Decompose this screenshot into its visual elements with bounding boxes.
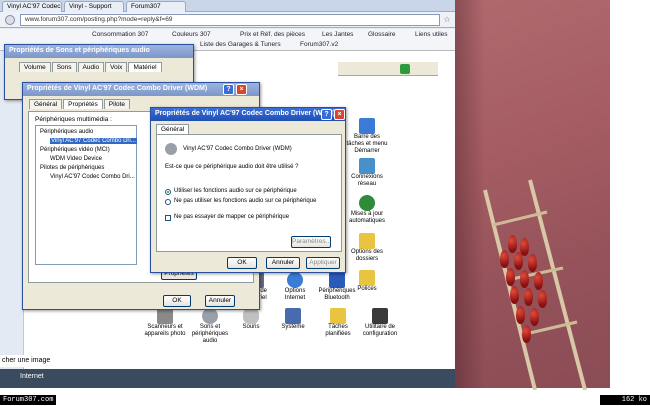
footer-size: 162 ko [600,395,650,405]
section-label: Périphériques multimédia : [35,116,112,123]
tab-general[interactable]: Général [156,124,190,134]
apply-button[interactable]: Appliquer [306,257,340,269]
tree-item[interactable]: Vinyl AC'97 Codec Combo Dri... [50,174,135,180]
bookmark-item[interactable]: Liens utiles [415,31,448,38]
ok-button[interactable]: OK [227,257,257,269]
cp-item[interactable]: Options Internet [275,272,315,302]
help-icon[interactable]: ? [321,109,332,120]
driver-properties-dialog: Propriétés de Vinyl AC'97 Codec Combo Dr… [150,107,346,273]
bookmark-item[interactable]: Prix et Réf. des pièces [240,31,305,38]
cp-item[interactable]: Barre des tâches et menu Démarrer [345,118,389,155]
use-radio[interactable] [165,189,171,195]
chili-ristra [488,230,558,350]
cp-item[interactable]: Options des dossiers [345,233,389,263]
cp-item[interactable]: Sons et périphériques audio [188,308,232,345]
browser-tab[interactable]: Forum307 [126,1,186,12]
bluetooth-icon [329,272,345,288]
browser-tab[interactable]: Vinyl - Support [64,1,124,12]
cp-item[interactable]: Connexions réseau [345,158,389,188]
settings-button[interactable]: Paramètres... [291,236,331,248]
sound-tabs: Volume Sons Audio Voix Matériel [19,62,193,72]
cp-item[interactable]: Souris [233,308,269,331]
dont-use-radio-label: Ne pas utiliser les fonctions audio sur … [174,198,317,204]
url-input[interactable]: www.forum307.com/posting.php?mode=reply&… [20,14,440,26]
browser-tab[interactable]: Vinyl AC'97 Codec Combo Driver [2,1,62,12]
left-page-text: cher une image [0,355,140,367]
cp-item[interactable]: Système [273,308,313,331]
bookmark-item[interactable]: Consommation 307 [92,31,148,38]
map-checkbox-label: Ne pas essayer de mapper ce périphérique [174,214,290,220]
tab-sons[interactable]: Sons [51,62,77,72]
sound-window-title: Propriétés de Sons et périphériques audi… [5,45,193,58]
cp-item[interactable]: Mises à jour automatiques [345,195,389,225]
use-radio-label: Utiliser les fonctions audio sur ce péri… [174,188,297,194]
back-icon[interactable] [5,15,15,25]
ok-button[interactable]: OK [163,295,191,307]
driver-tabs: Général [156,124,345,134]
bookmark-item[interactable]: Les Jantes [322,31,353,38]
tab-voix[interactable]: Voix [105,62,128,72]
tree-item[interactable]: Pilotes de périphériques [40,165,104,171]
device-tree[interactable]: Périphériques audio Vinyl AC'97 Codec Co… [35,125,137,265]
driver-dialog-title: Propriétés de Vinyl AC'97 Codec Combo Dr… [151,108,345,121]
tree-item[interactable]: Périphériques vidéo (MCI) [40,147,110,153]
tasks-icon [330,308,346,324]
right-margin [610,0,650,390]
footer-site: Forum307.com [0,395,57,405]
tree-item[interactable]: WDM Video Device [50,156,102,162]
tree-item-selected[interactable]: Vinyl AC'97 Codec Combo Dri... [50,138,137,144]
cp-item[interactable]: Scanneurs et appareils photo [143,308,187,338]
mouse-icon [243,308,259,324]
globe-icon [287,272,303,288]
cp-item[interactable]: Tâches planifiées [318,308,358,338]
bookmark-item[interactable]: Liste des Garages & Tuners [200,41,281,48]
bookmark-item[interactable]: Glossaire [368,31,395,38]
folder-icon [359,233,375,249]
browser-tabbar: Vinyl AC'97 Codec Combo Driver Vinyl - S… [0,0,455,12]
control-panel-toolbar [338,62,438,76]
fonts-icon [359,270,375,286]
help-icon[interactable]: ? [223,84,234,95]
taskbar-icon [359,118,375,134]
dont-use-radio[interactable] [165,199,171,205]
tab-general[interactable]: Général [29,99,63,109]
scanner-icon [157,308,173,324]
shield-icon [359,195,375,211]
cp-item[interactable]: Périphériques Bluetooth [315,272,359,302]
question-text: Est-ce que ce périphérique audio doit êt… [165,164,299,170]
config-icon [372,308,388,324]
device-name: Vinyl AC'97 Codec Combo Driver (WDM) [183,146,292,152]
bookmark-item[interactable]: Forum307.v2 [300,41,338,48]
star-icon[interactable]: ☆ [442,15,452,25]
cancel-button[interactable]: Annuler [266,257,300,269]
tab-volume[interactable]: Volume [19,62,51,72]
network-icon [359,158,375,174]
system-icon [285,308,301,324]
status-text: Internet [20,373,44,380]
cp-item[interactable]: Utilitaire de configuration [358,308,402,338]
cancel-button[interactable]: Annuler [205,295,235,307]
tab-materiel[interactable]: Matériel [128,62,162,72]
tab-driver[interactable]: Pilote [103,99,131,109]
driver-general-panel: Vinyl AC'97 Codec Combo Driver (WDM) Est… [156,134,342,252]
close-icon[interactable]: × [236,84,247,95]
go-icon[interactable] [400,64,410,74]
map-checkbox[interactable] [165,215,171,221]
tab-audio[interactable]: Audio [77,62,105,72]
tab-properties[interactable]: Propriétés [63,99,103,109]
bookmark-item[interactable]: Couleurs 307 [172,31,211,38]
speaker-icon [202,308,218,324]
status-bar: Internet [0,369,455,388]
speaker-icon [165,143,177,155]
close-icon[interactable]: × [334,109,345,120]
tree-item[interactable]: Périphériques audio [40,129,93,135]
